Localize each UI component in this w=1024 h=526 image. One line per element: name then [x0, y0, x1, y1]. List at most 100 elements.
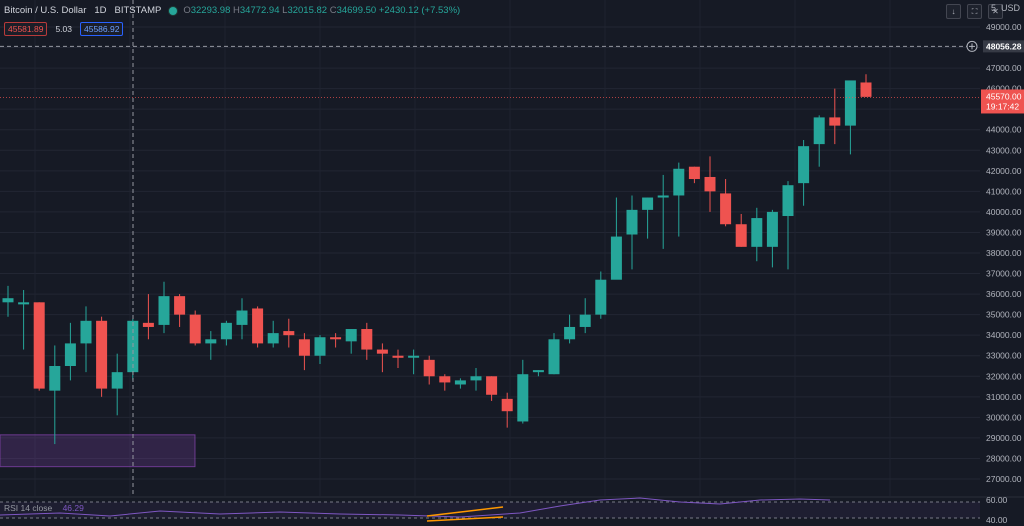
price-tick-label: 32000.00: [986, 371, 1022, 381]
candle-body: [252, 308, 264, 344]
countdown-label: 19:17:42: [986, 101, 1019, 111]
price-tick-label: 28000.00: [986, 453, 1022, 463]
candle-body: [501, 398, 513, 412]
rsi-tick-label: 40.00: [986, 515, 1008, 525]
candle-body: [688, 166, 700, 180]
price-tick-label: 35000.00: [986, 310, 1022, 320]
price-tick-label: 30000.00: [986, 412, 1022, 422]
candle-body: [33, 302, 45, 389]
trade-panel: 45581.89 5.03 45586.92: [4, 22, 124, 36]
candle-body: [766, 211, 778, 247]
candle-body: [283, 331, 295, 336]
price-tick-label: 37000.00: [986, 269, 1022, 279]
candle-body: [236, 310, 248, 325]
exchange-label: BITSTAMP: [114, 5, 162, 16]
open-label: O: [183, 5, 191, 16]
candle-body: [96, 320, 108, 389]
arrow-down-icon[interactable]: ↓: [946, 4, 961, 19]
price-tick-label: 39000.00: [986, 227, 1022, 237]
candle-body: [330, 337, 342, 340]
rsi-band: [0, 502, 980, 518]
candle-body: [80, 320, 92, 344]
candle-body: [704, 176, 716, 192]
candle-body: [642, 197, 654, 210]
candle-body: [454, 380, 466, 385]
rsi-tick-label: 60.00: [986, 495, 1008, 505]
currency-menu[interactable]: 5 USD: [991, 3, 1020, 13]
candle-body: [111, 372, 123, 389]
candlestick-chart[interactable]: 49000.0048000.0047000.0046000.0045000.00…: [0, 0, 1024, 526]
candle-body: [314, 337, 326, 356]
change-value: +2430.12 (+7.53%): [378, 5, 461, 16]
candle-body: [579, 314, 591, 327]
price-tick-label: 42000.00: [986, 166, 1022, 176]
candle-body: [174, 296, 186, 315]
candle-body: [720, 193, 732, 225]
candle-body: [189, 314, 201, 344]
price-tick-label: 44000.00: [986, 125, 1022, 135]
symbol-name[interactable]: Bitcoin / U.S. Dollar: [4, 5, 86, 16]
candle-body: [408, 355, 420, 358]
candle-body: [267, 333, 279, 344]
candle-body: [860, 82, 872, 97]
candle-body: [361, 329, 373, 350]
high-label: H: [233, 5, 240, 16]
candle-body: [392, 355, 404, 358]
candle-body: [657, 195, 669, 198]
price-tick-label: 33000.00: [986, 351, 1022, 361]
candle-body: [49, 366, 61, 391]
candle-body: [782, 185, 794, 217]
currency-label: USD: [1000, 3, 1020, 13]
candle-body: [813, 117, 825, 145]
price-tick-label: 31000.00: [986, 392, 1022, 402]
rsi-label: RSI 14 close: [4, 503, 53, 513]
candle-body: [158, 296, 170, 325]
candle-body: [798, 146, 810, 184]
candle-body: [517, 374, 529, 422]
sell-button[interactable]: 45581.89: [4, 22, 48, 36]
price-axis[interactable]: [980, 0, 1024, 526]
tag-label: 5: [990, 3, 996, 13]
price-tick-label: 49000.00: [986, 22, 1022, 32]
candle-body: [844, 80, 856, 126]
price-tick-label: 36000.00: [986, 289, 1022, 299]
interval-label[interactable]: 1D: [94, 5, 106, 16]
candle-body: [548, 339, 560, 375]
support-zone[interactable]: [0, 434, 196, 468]
close-label: C: [329, 5, 337, 16]
candle-body: [486, 376, 498, 395]
symbol-header: Bitcoin / U.S. Dollar 1D BITSTAMP O 32293…: [4, 5, 460, 16]
candle-body: [470, 376, 482, 381]
price-tick-label: 43000.00: [986, 145, 1022, 155]
price-tick-label: 38000.00: [986, 248, 1022, 258]
crosshair-price-label: 48056.28: [986, 41, 1022, 51]
close-value: 34699.50: [336, 5, 377, 16]
rsi-value: 46.29: [62, 503, 84, 513]
candle-body: [751, 218, 763, 247]
candle-body: [18, 302, 30, 305]
candle-body: [220, 322, 232, 340]
price-tick-label: 47000.00: [986, 63, 1022, 73]
candle-body: [673, 168, 685, 196]
fullscreen-icon[interactable]: ⛶: [967, 4, 982, 19]
price-tick-label: 29000.00: [986, 433, 1022, 443]
candle-body: [610, 236, 622, 280]
candle-body: [345, 329, 357, 342]
candle-body: [439, 376, 451, 383]
candle-body: [376, 349, 388, 354]
price-tick-label: 41000.00: [986, 186, 1022, 196]
candle-body: [532, 370, 544, 373]
candle-body: [564, 326, 576, 340]
candle-body: [2, 298, 14, 303]
spread-value: 5.03: [55, 24, 72, 34]
candle-body: [595, 279, 607, 315]
candle-body: [142, 322, 154, 327]
rsi-legend: RSI 14 close 46.29: [4, 503, 84, 513]
candle-body: [298, 339, 310, 356]
low-value: 32015.82: [287, 5, 328, 16]
price-tick-label: 34000.00: [986, 330, 1022, 340]
buy-button[interactable]: 45586.92: [80, 22, 124, 36]
candle-body: [205, 339, 217, 344]
market-status-icon: [169, 6, 178, 15]
candle-body: [64, 343, 76, 366]
